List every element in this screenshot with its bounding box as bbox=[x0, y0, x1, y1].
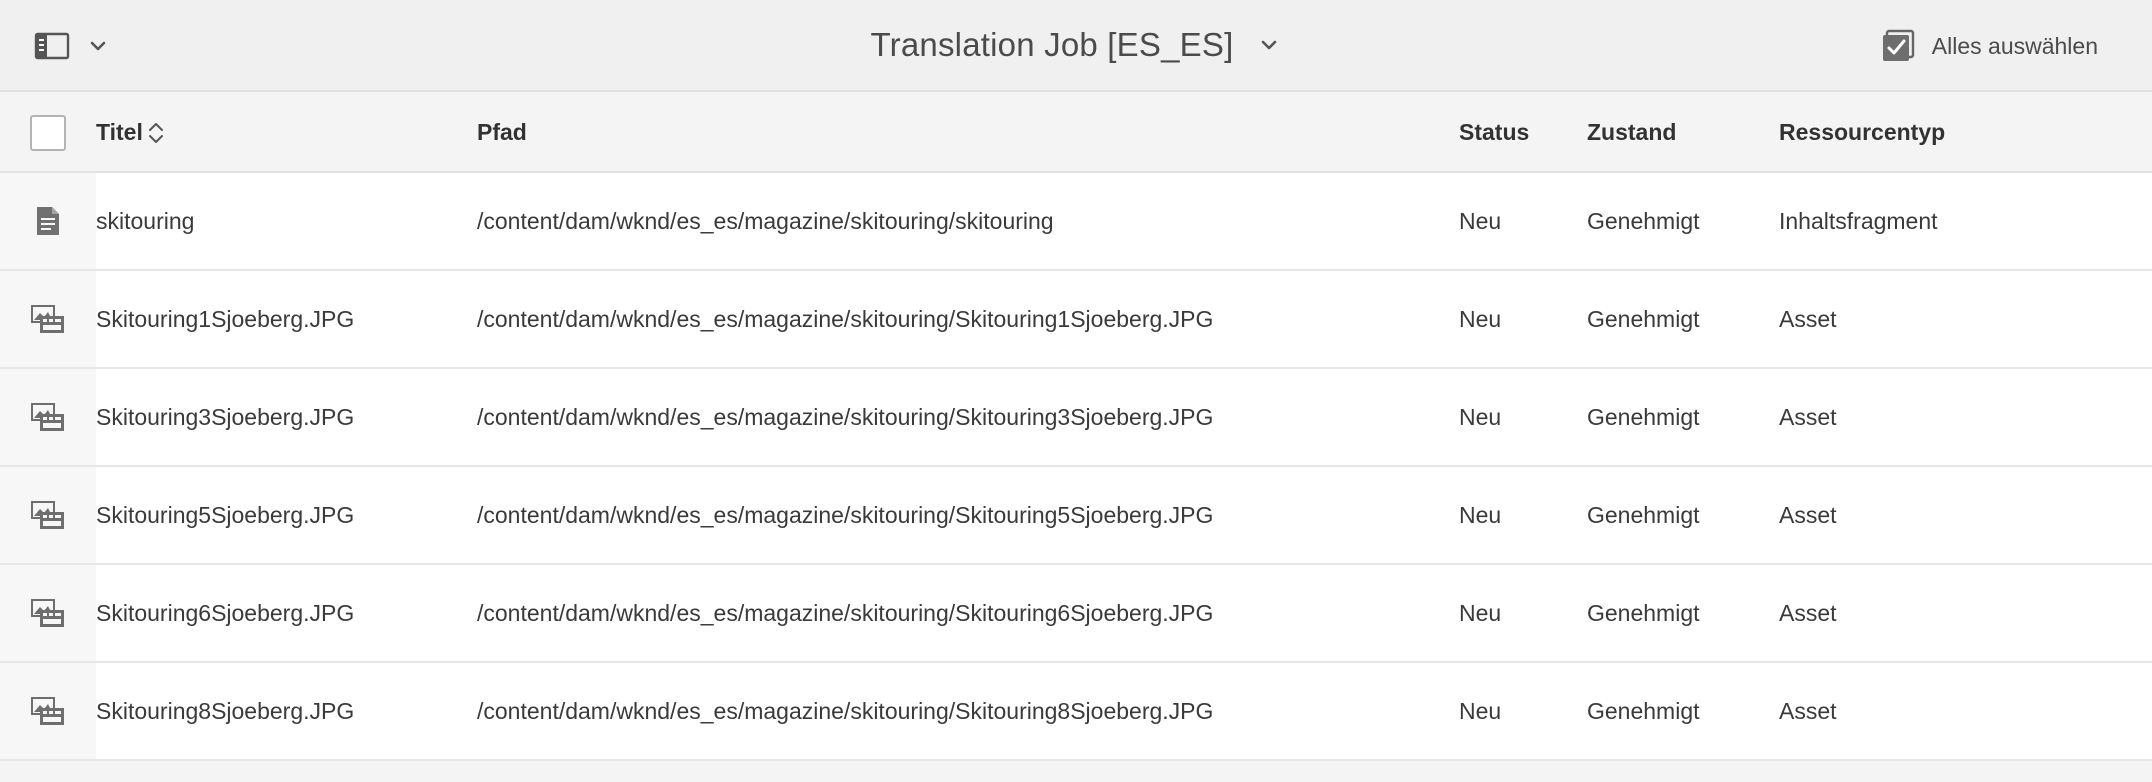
row-state: Genehmigt bbox=[1587, 662, 1779, 761]
title-switcher[interactable]: Translation Job [ES_ES] bbox=[871, 26, 1282, 64]
image-asset-icon bbox=[28, 397, 68, 437]
image-asset-icon bbox=[28, 593, 68, 633]
row-status: Neu bbox=[1459, 564, 1587, 663]
row-thumbnail-cell[interactable] bbox=[0, 564, 96, 663]
row-title: Skitouring8Sjoeberg.JPG bbox=[96, 662, 477, 761]
row-title: Skitouring5Sjoeberg.JPG bbox=[96, 466, 477, 565]
header-select-cell bbox=[0, 94, 96, 173]
chevron-down-icon bbox=[86, 34, 110, 58]
row-title: Skitouring1Sjoeberg.JPG bbox=[96, 270, 477, 369]
column-header-title[interactable]: Titel bbox=[96, 94, 477, 173]
table-row[interactable]: skitouring/content/dam/wknd/es_es/magazi… bbox=[0, 172, 2152, 271]
row-state: Genehmigt bbox=[1587, 172, 1779, 271]
table-row[interactable]: Skitouring6Sjoeberg.JPG/content/dam/wknd… bbox=[0, 564, 2152, 663]
table-row[interactable]: Skitouring1Sjoeberg.JPG/content/dam/wknd… bbox=[0, 270, 2152, 369]
row-path: /content/dam/wknd/es_es/magazine/skitour… bbox=[477, 270, 1459, 369]
title-area: Translation Job [ES_ES] bbox=[0, 0, 2152, 90]
image-asset-icon bbox=[28, 495, 68, 535]
rail-toggle-button[interactable] bbox=[30, 24, 130, 68]
image-asset-icon bbox=[28, 691, 68, 731]
row-type: Asset bbox=[1779, 564, 2152, 663]
column-header-status: Status bbox=[1459, 94, 1587, 173]
row-title: skitouring bbox=[96, 172, 477, 271]
row-status: Neu bbox=[1459, 172, 1587, 271]
column-title-label: Titel bbox=[96, 119, 143, 145]
row-path: /content/dam/wknd/es_es/magazine/skitour… bbox=[477, 564, 1459, 663]
row-status: Neu bbox=[1459, 270, 1587, 369]
row-state: Genehmigt bbox=[1587, 270, 1779, 369]
row-type: Inhaltsfragment bbox=[1779, 172, 2152, 271]
table-header-row: Titel Pfad Status Zustand Ressourcentyp bbox=[0, 94, 2152, 173]
row-thumbnail-cell[interactable] bbox=[0, 368, 96, 467]
action-bar: Translation Job [ES_ES] Alles auswählen bbox=[0, 0, 2152, 92]
row-state: Genehmigt bbox=[1587, 368, 1779, 467]
row-title: Skitouring6Sjoeberg.JPG bbox=[96, 564, 477, 663]
row-path: /content/dam/wknd/es_es/magazine/skitour… bbox=[477, 466, 1459, 565]
row-type: Asset bbox=[1779, 466, 2152, 565]
column-header-type: Ressourcentyp bbox=[1779, 94, 2152, 173]
row-type: Asset bbox=[1779, 270, 2152, 369]
row-thumbnail-cell[interactable] bbox=[0, 662, 96, 761]
image-asset-icon bbox=[28, 299, 68, 339]
row-status: Neu bbox=[1459, 466, 1587, 565]
row-state: Genehmigt bbox=[1587, 564, 1779, 663]
select-all-button[interactable]: Alles auswählen bbox=[1878, 26, 2098, 66]
column-header-state: Zustand bbox=[1587, 94, 1779, 173]
chevron-down-icon bbox=[1257, 33, 1281, 57]
row-type: Asset bbox=[1779, 368, 2152, 467]
row-status: Neu bbox=[1459, 662, 1587, 761]
select-all-checkbox-icon bbox=[1878, 26, 1918, 66]
row-status: Neu bbox=[1459, 368, 1587, 467]
translation-items-table: Titel Pfad Status Zustand Ressourcentyp … bbox=[0, 94, 2152, 761]
rail-toggle-icon bbox=[30, 24, 74, 68]
table-row[interactable]: Skitouring3Sjoeberg.JPG/content/dam/wknd… bbox=[0, 368, 2152, 467]
row-thumbnail-cell[interactable] bbox=[0, 466, 96, 565]
select-all-checkbox[interactable] bbox=[30, 114, 66, 151]
page-title: Translation Job [ES_ES] bbox=[870, 26, 1234, 63]
row-thumbnail-cell[interactable] bbox=[0, 270, 96, 369]
document-icon bbox=[28, 201, 68, 241]
row-type: Asset bbox=[1779, 662, 2152, 761]
row-title: Skitouring3Sjoeberg.JPG bbox=[96, 368, 477, 467]
row-thumbnail-cell[interactable] bbox=[0, 172, 96, 271]
table-row[interactable]: Skitouring8Sjoeberg.JPG/content/dam/wknd… bbox=[0, 662, 2152, 761]
row-state: Genehmigt bbox=[1587, 466, 1779, 565]
row-path: /content/dam/wknd/es_es/magazine/skitour… bbox=[477, 662, 1459, 761]
select-all-label: Alles auswählen bbox=[1931, 32, 2098, 59]
column-header-path: Pfad bbox=[477, 94, 1459, 173]
sort-by-title-button[interactable]: Titel bbox=[96, 119, 169, 146]
row-path: /content/dam/wknd/es_es/magazine/skitour… bbox=[477, 172, 1459, 271]
row-path: /content/dam/wknd/es_es/magazine/skitour… bbox=[477, 368, 1459, 467]
sort-icon bbox=[147, 120, 169, 146]
table-row[interactable]: Skitouring5Sjoeberg.JPG/content/dam/wknd… bbox=[0, 466, 2152, 565]
